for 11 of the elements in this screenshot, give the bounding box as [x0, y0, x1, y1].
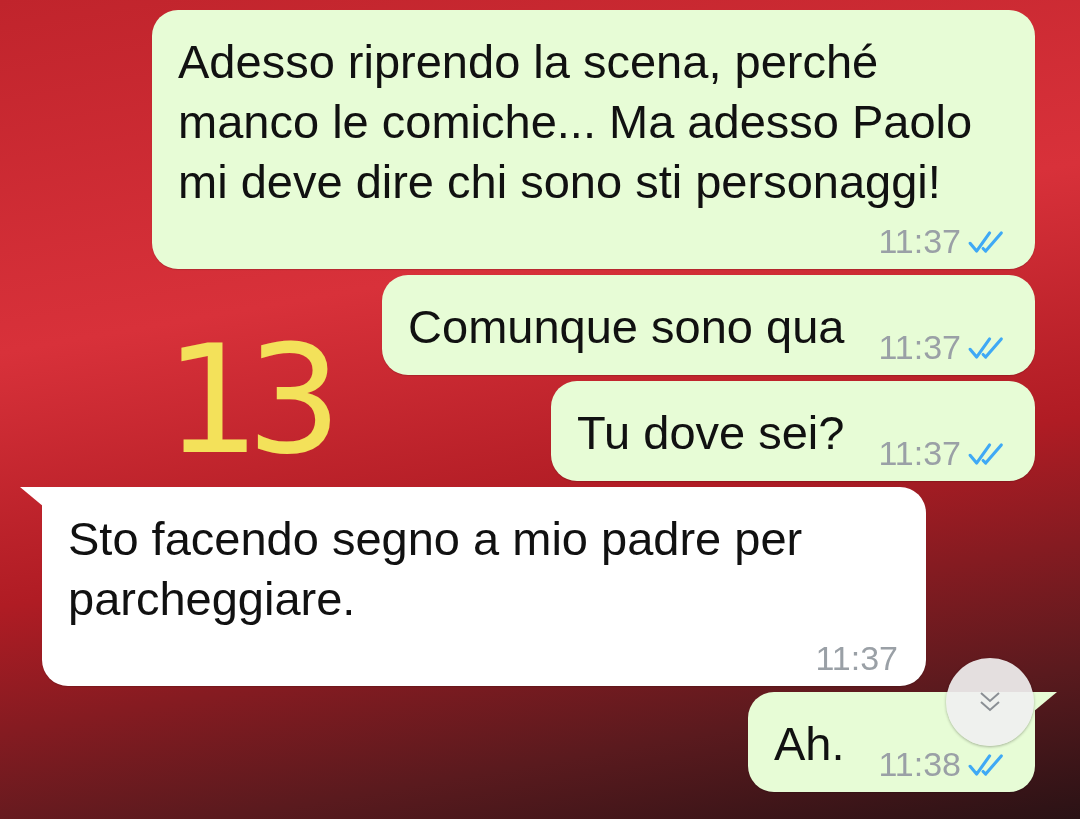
- message-time: 11:37: [878, 222, 961, 261]
- message-text: Tu dove sei?: [577, 405, 845, 461]
- message-text: Ah.: [773, 716, 845, 772]
- message-text: Adesso riprendo la scena, perché manco le comiche... Ma adesso Paolo mi deve dire chi sono sti personaggi!: [178, 34, 974, 210]
- message-time: 11:37: [878, 328, 961, 367]
- message-time: 11:37: [878, 434, 961, 473]
- message-time: 11:38: [878, 745, 961, 784]
- message-time: 11:37: [815, 639, 898, 678]
- handwritten-number: 13: [165, 325, 328, 475]
- message-text: Sto facendo segno a mio padre per parcheggiare.: [68, 511, 804, 627]
- message-text: Comunque sono qua: [408, 299, 845, 355]
